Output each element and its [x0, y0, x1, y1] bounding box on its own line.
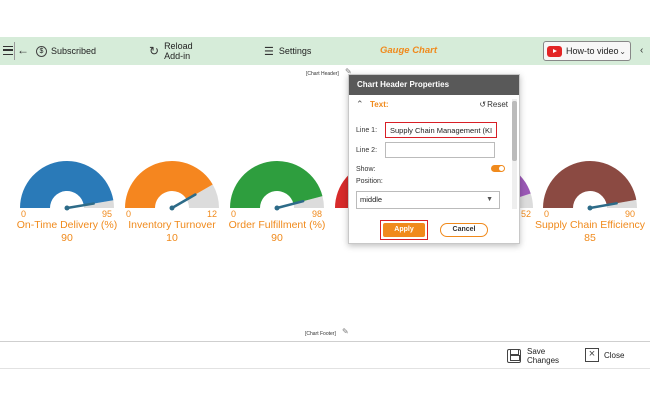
- subscribed-button[interactable]: $ Subscribed: [36, 37, 96, 65]
- caret-down-icon: ▼: [486, 196, 493, 203]
- gauge-value: 85: [584, 232, 596, 244]
- reset-label: Reset: [487, 100, 508, 109]
- gauge-label: On-Time Delivery (%): [16, 219, 118, 231]
- gauge-value: 10: [166, 232, 178, 244]
- text-section-header[interactable]: ⌃ Text: ↺Reset: [356, 99, 508, 112]
- close-icon: ×: [585, 348, 599, 362]
- gauge-label: Order Fulfillment (%): [228, 219, 326, 231]
- back-arrow-icon[interactable]: ←: [17, 43, 29, 57]
- gauge-max-label: 90: [625, 209, 636, 219]
- toolbar-divider: [14, 42, 15, 60]
- cancel-button[interactable]: Cancel: [440, 223, 488, 237]
- gauge-min-label: 0: [231, 209, 237, 219]
- gauge-min-label: 0: [126, 209, 132, 219]
- chevron-up-icon[interactable]: ⌃: [356, 99, 364, 110]
- settings-button[interactable]: ☰ Settings: [264, 37, 311, 65]
- reload-label-line2: Add-in: [164, 51, 191, 61]
- gauge-chart: [20, 160, 637, 211]
- howto-video-dropdown[interactable]: How-to video ⌄: [543, 41, 631, 61]
- reset-icon: ↺: [479, 100, 487, 109]
- gauge-label: Inventory Turnover: [128, 219, 216, 231]
- panel-scrollbar[interactable]: [512, 99, 517, 209]
- chart-header-properties-panel: Chart Header Properties ⌃ Text: ↺Reset L…: [348, 74, 520, 244]
- close-button[interactable]: × Close: [585, 346, 624, 364]
- gauge-value: 90: [271, 232, 283, 244]
- panel-title: Chart Header Properties: [349, 75, 519, 95]
- save-label-line2: Changes: [527, 356, 560, 365]
- reload-addin-button[interactable]: ↻ Reload Add-in: [149, 37, 193, 65]
- howto-label: How-to video: [566, 46, 619, 56]
- gauge-min-label: 0: [21, 209, 27, 219]
- gauge-max-label: 52: [521, 209, 532, 219]
- bottom-divider-lower: [0, 368, 650, 369]
- gauge-max-label: 98: [312, 209, 323, 219]
- close-label: Close: [604, 350, 625, 360]
- gauge-fill: [543, 161, 637, 208]
- gauge-hub: [169, 205, 175, 211]
- subscribed-label: Subscribed: [51, 46, 97, 56]
- chart-footer-placeholder[interactable]: [Chart Footer]: [305, 331, 336, 337]
- gauge-max-label: 12: [207, 209, 218, 219]
- gauge-label: Supply Chain Efficiency: [534, 219, 646, 231]
- reload-icon: ↻: [149, 44, 160, 58]
- text-section-label: Text:: [370, 100, 389, 109]
- reload-label-line1: Reload: [164, 41, 193, 51]
- position-select[interactable]: middle ▼: [356, 191, 500, 209]
- save-changes-button[interactable]: Save Changes: [507, 346, 559, 366]
- position-value: middle: [360, 195, 383, 204]
- gauge-hub: [587, 205, 593, 211]
- chart-header-placeholder[interactable]: [Chart Header]: [306, 71, 339, 77]
- sliders-icon: ☰: [264, 45, 274, 58]
- app-title: Gauge Chart: [380, 45, 438, 56]
- chevron-down-icon: ⌄: [619, 46, 626, 56]
- youtube-icon: [547, 45, 562, 57]
- menu-icon[interactable]: [3, 46, 13, 55]
- show-toggle[interactable]: [491, 165, 505, 172]
- position-label: Position:: [356, 178, 383, 185]
- gauge-hub: [64, 205, 70, 211]
- reset-button[interactable]: ↺Reset: [479, 100, 508, 109]
- gauge-fill: [20, 161, 114, 208]
- gauge-min-label: 0: [544, 209, 550, 219]
- line1-label: Line 1:: [356, 127, 378, 134]
- bottom-divider: [0, 341, 650, 342]
- edit-footer-pencil-icon[interactable]: ✎: [342, 327, 349, 336]
- apply-button[interactable]: Apply: [383, 223, 425, 237]
- gauge-max-label: 95: [102, 209, 113, 219]
- scrollbar-thumb[interactable]: [512, 101, 517, 161]
- settings-label: Settings: [278, 46, 312, 56]
- dollar-circle-icon: $: [36, 45, 47, 57]
- save-icon: [507, 349, 521, 363]
- top-toolbar: ← $ Subscribed ↻ Reload Add-in ☰ Setting…: [0, 37, 650, 65]
- line1-input[interactable]: [385, 122, 497, 138]
- line2-label: Line 2:: [356, 147, 378, 154]
- gauge-hub: [274, 205, 280, 211]
- gauge-value: 90: [61, 232, 73, 244]
- save-label-line1: Save: [527, 347, 546, 356]
- line2-input[interactable]: [385, 142, 495, 158]
- collapse-right-icon[interactable]: ‹: [640, 45, 643, 56]
- show-label: Show:: [356, 166, 376, 173]
